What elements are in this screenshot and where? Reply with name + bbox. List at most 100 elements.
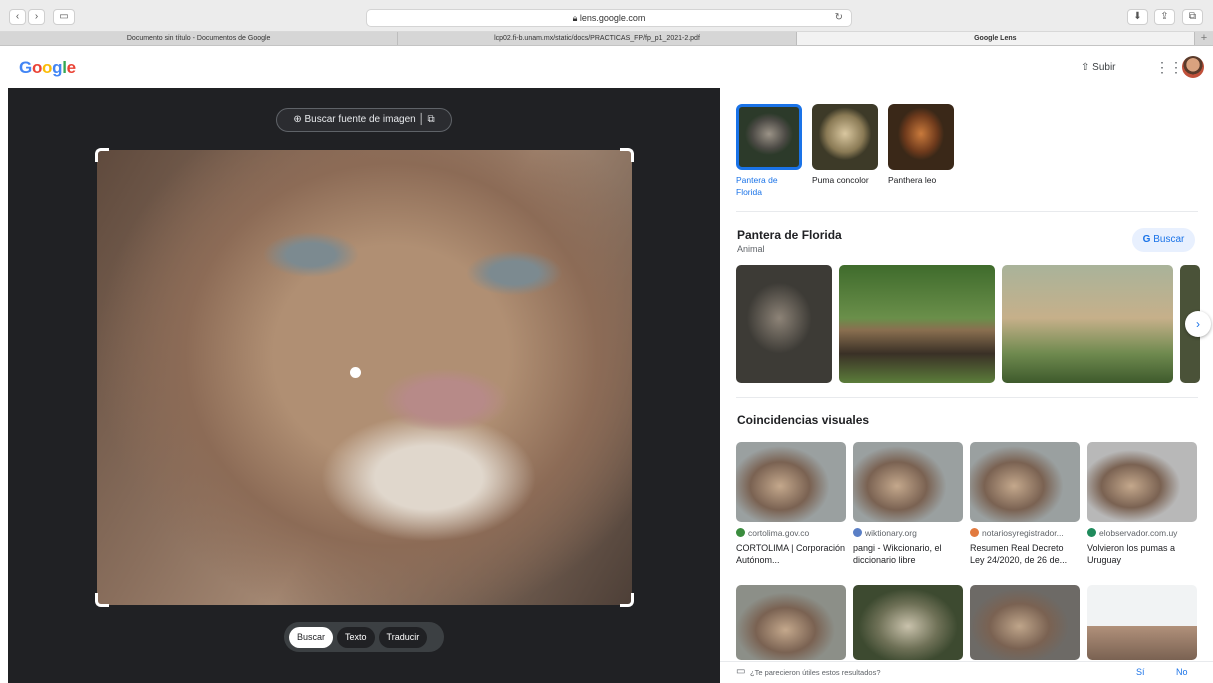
browser-toolbar: ‹ › ▭ 🔒︎ lens.google.com ↻ ⬇ ⇪ ⧉ [0,0,1213,32]
upload-icon: ⇧ [1081,62,1093,73]
crop-handle-top-left[interactable] [95,148,109,162]
tabs-overview-icon[interactable]: ⧉ [1182,9,1203,25]
crop-handle-top-right[interactable] [620,148,634,162]
site-favicon-icon [853,528,862,537]
address-bar[interactable]: 🔒︎ lens.google.com ↻ [366,9,852,27]
new-tab-button[interactable]: + [1195,32,1213,45]
visual-match-card[interactable]: wiktionary.org pangi - Wikcionario, el d… [853,442,963,566]
google-header: Google ⇧ Subir ⋮⋮⋮ [0,46,1213,88]
upload-button[interactable]: ⇧ Subir [1081,62,1116,73]
find-image-source-button[interactable]: ⊕ Buscar fuente de imagen │ ⧉ [276,108,452,132]
mode-text-button[interactable]: Texto [337,626,375,648]
suggestion-label: Puma concolor [812,175,869,185]
visual-matches-title: Coincidencias visuales [737,413,870,427]
match-source: cortolima.gov.co [736,528,846,538]
visual-match-card[interactable]: elobservador.com.uy Volvieron los pumas … [1087,442,1197,566]
match-image [970,442,1080,522]
address-bar-url: lens.google.com [579,13,646,23]
suggestion-florida-panther[interactable]: Pantera de Florida [736,104,804,198]
logo-letter: o [31,58,43,77]
logo-letter: o [42,58,53,77]
lock-icon: 🔒︎ [572,13,580,23]
suggestion-image [812,104,878,170]
google-g-icon: G [1142,234,1151,245]
site-favicon-icon [970,528,979,537]
lens-search-icon: ⊕ [293,114,305,125]
gallery-image[interactable] [839,265,995,383]
match-image [1087,442,1197,522]
match-title: Resumen Real Decreto Ley 24/2020, de 26 … [970,543,1068,565]
suggestion-puma-concolor[interactable]: Puma concolor [812,104,880,198]
mode-translate-button[interactable]: Traducir [378,626,428,648]
object-selection-dot[interactable] [350,367,361,378]
gallery-image[interactable] [1002,265,1173,383]
sidebar-toggle-icon[interactable]: ▭ [53,9,75,25]
share-icon[interactable]: ⇪ [1154,9,1175,25]
downloads-icon[interactable]: ⬇ [1127,9,1148,25]
site-favicon-icon [1087,528,1096,537]
suggestion-label: Pantera de Florida [736,175,778,197]
match-image [736,442,846,522]
gallery-next-button[interactable]: › [1185,311,1211,337]
site-favicon-icon [736,528,745,537]
match-title: CORTOLIMA | Corporación Autónom... [736,543,846,565]
entity-suggestions: Pantera de Florida Puma concolor Panther… [736,104,956,198]
match-title: Volvieron los pumas a Uruguay [1087,543,1176,565]
divider [736,397,1198,398]
match-image[interactable] [1087,585,1197,660]
gallery-image[interactable] [736,265,832,383]
feedback-question: ¿Te parecieron útiles estos resultados? [750,668,881,677]
logo-letter: G [19,58,32,77]
visual-match-card[interactable]: notariosyregistrador... Resumen Real Dec… [970,442,1080,566]
mode-search-button[interactable]: Buscar [289,626,334,648]
suggestion-label: Panthera leo [888,175,937,185]
forward-button[interactable]: › [28,9,45,25]
entity-image-gallery [736,265,1200,383]
search-image[interactable] [97,150,632,605]
google-search-button[interactable]: G Buscar [1132,228,1195,252]
tab-google-lens[interactable]: Google Lens [796,32,1195,45]
crop-handle-bottom-right[interactable] [620,593,634,607]
logo-letter: g [52,58,63,77]
entity-title: Pantera de Florida [737,228,842,242]
lens-image-pane: ⊕ Buscar fuente de imagen │ ⧉ Buscar Tex… [8,88,720,683]
upload-label: Subir [1092,62,1116,73]
divider [736,211,1198,212]
feedback-no-button[interactable]: No [1176,667,1188,677]
match-site: notariosyregistrador... [982,528,1064,538]
suggestion-panthera-leo[interactable]: Panthera leo [888,104,956,198]
match-image[interactable] [736,585,846,660]
match-image[interactable] [853,585,963,660]
reload-icon[interactable]: ↻ [835,10,843,26]
back-button[interactable]: ‹ [9,9,26,25]
google-search-label: Buscar [1153,234,1185,245]
tab-google-docs[interactable]: Documento sin título - Documentos de Goo… [0,32,399,45]
suggestion-image [736,104,802,170]
avatar[interactable] [1182,56,1204,78]
google-logo[interactable]: Google [19,58,76,78]
visual-match-card[interactable]: cortolima.gov.co CORTOLIMA | Corporación… [736,442,846,566]
match-source: notariosyregistrador... [970,528,1080,538]
entity-subtitle: Animal [737,244,765,254]
match-site: wiktionary.org [865,528,917,538]
feedback-icon: ▭ [736,666,746,677]
feedback-bar: ▭ ¿Te parecieron útiles estos resultados… [720,661,1213,683]
match-image[interactable] [970,585,1080,660]
match-site: cortolima.gov.co [748,528,810,538]
match-source: wiktionary.org [853,528,963,538]
feedback-yes-button[interactable]: Sí [1136,667,1145,677]
match-image [853,442,963,522]
match-title: pangi - Wikcionario, el diccionario libr… [853,543,942,565]
find-image-source-label: Buscar fuente de imagen [304,114,416,125]
lens-mode-selector: Buscar Texto Traducir [284,622,444,652]
suggestion-image [888,104,954,170]
tab-pdf[interactable]: lcp02.fi-b.unam.mx/static/docs/PRACTICAS… [398,32,797,45]
open-external-icon: │ ⧉ [415,114,435,125]
results-pane: Pantera de Florida Puma concolor Panther… [720,88,1213,683]
match-site: elobservador.com.uy [1099,528,1178,538]
tab-bar: Documento sin título - Documentos de Goo… [0,32,1213,46]
chevron-right-icon: › [1196,317,1200,331]
visual-matches-grid: cortolima.gov.co CORTOLIMA | Corporación… [736,442,1197,566]
crop-handle-bottom-left[interactable] [95,593,109,607]
visual-matches-grid-row2 [736,585,1197,660]
